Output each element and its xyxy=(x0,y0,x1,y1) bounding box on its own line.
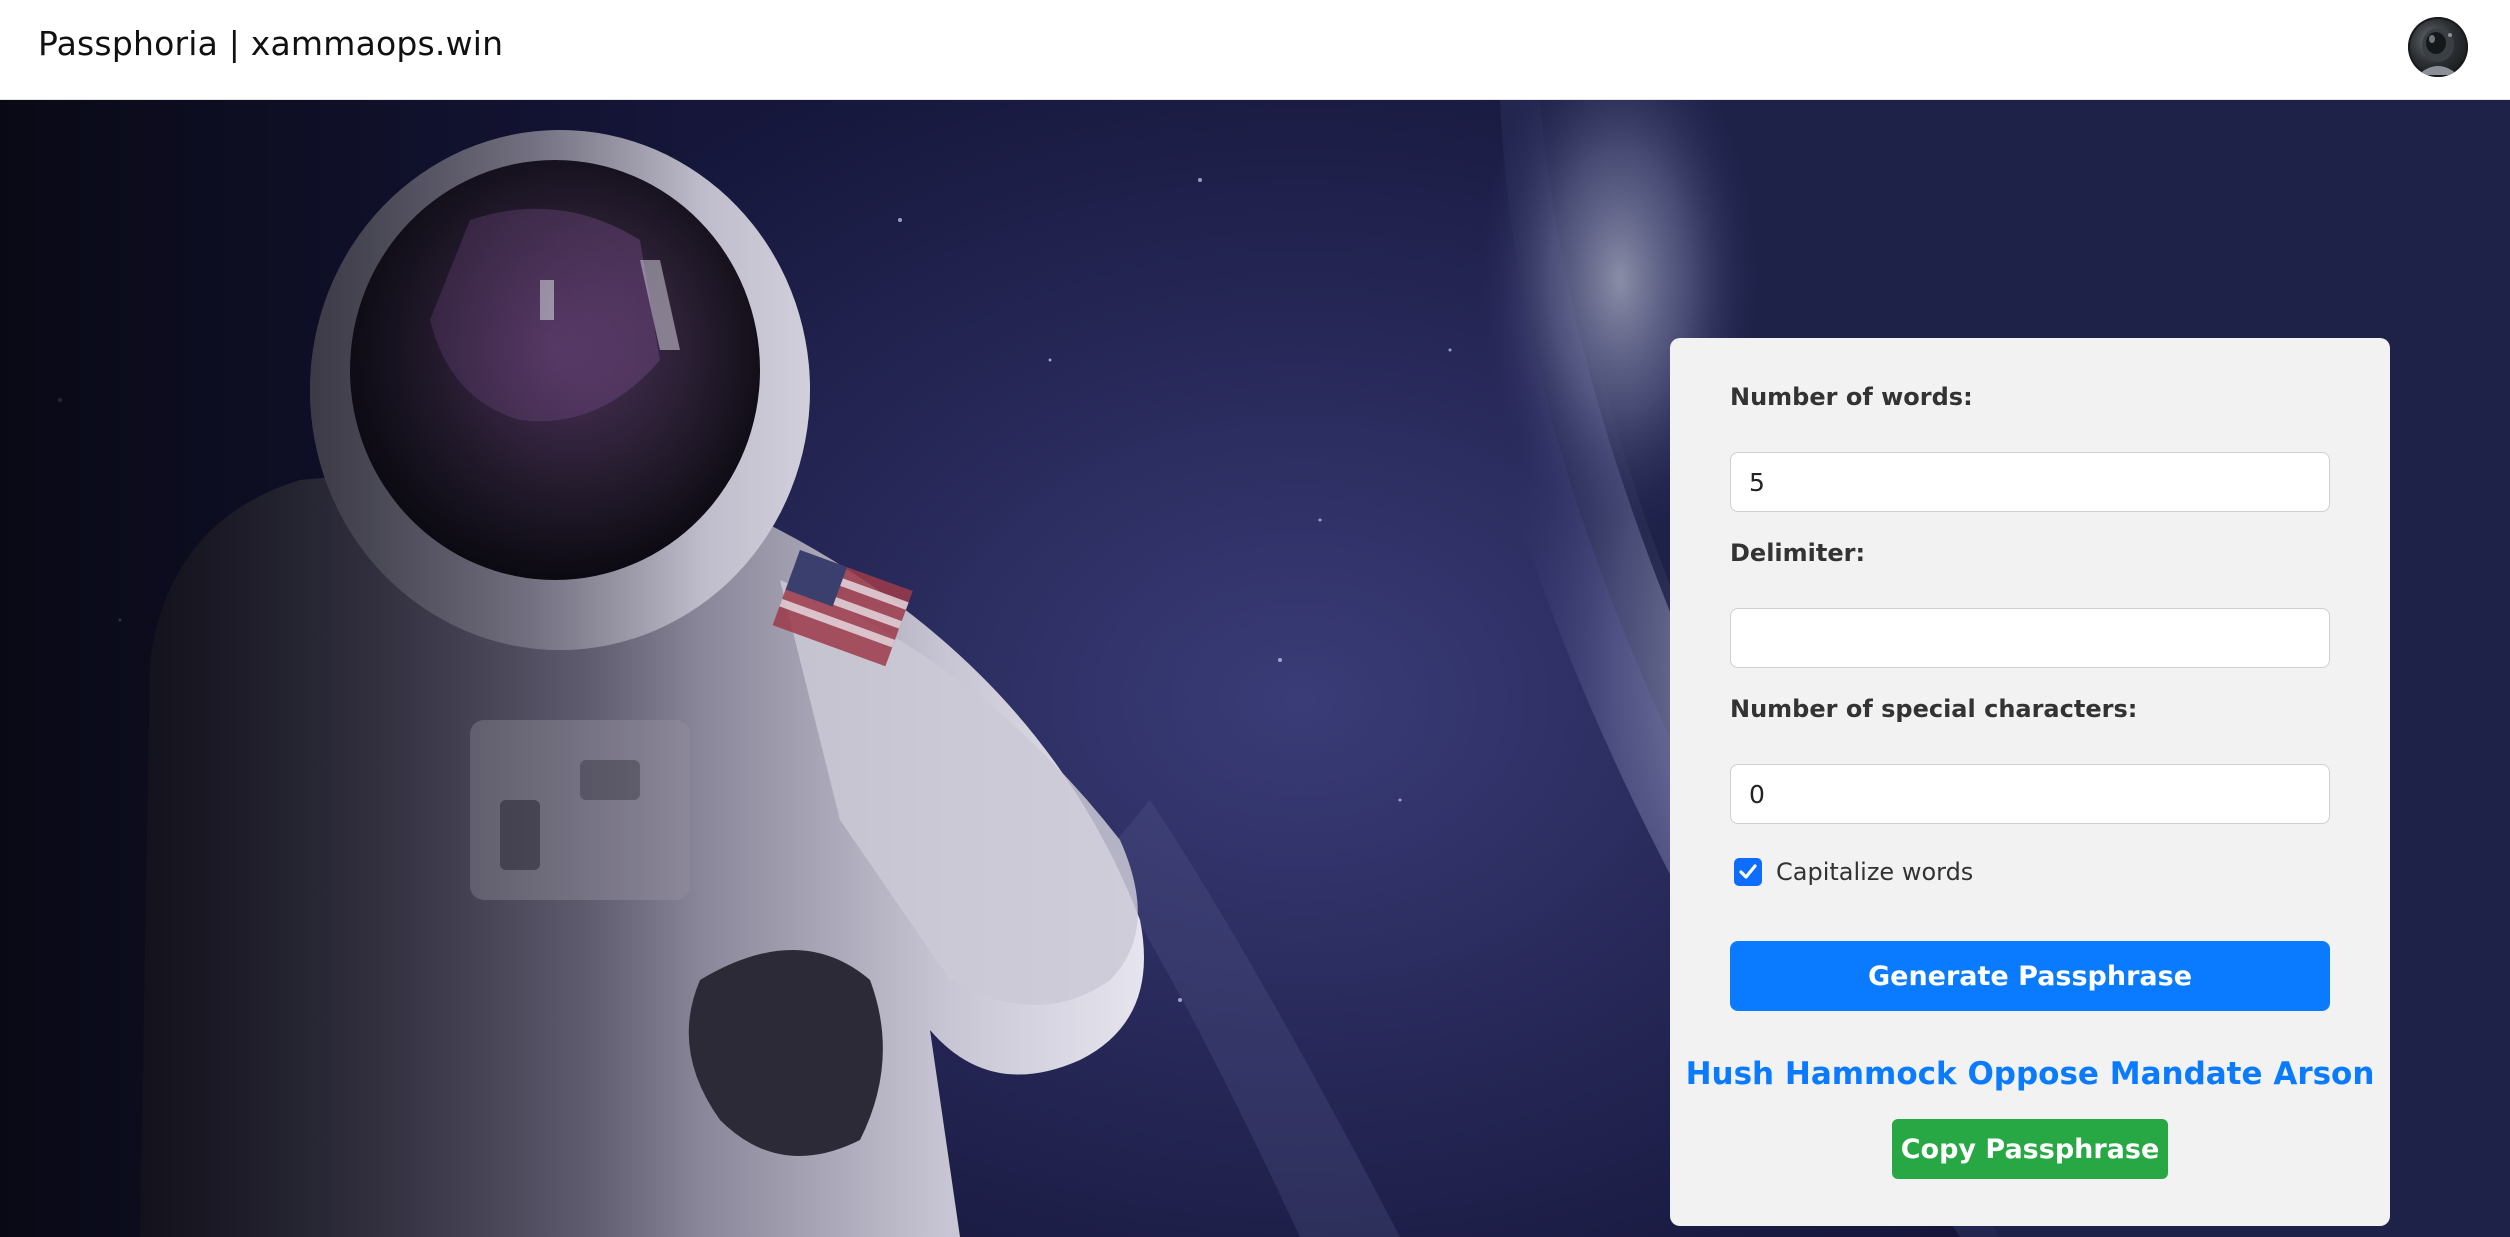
capitalize-row[interactable]: Capitalize words xyxy=(1734,855,1973,889)
words-input[interactable] xyxy=(1730,452,2330,512)
capitalize-checkbox[interactable] xyxy=(1734,858,1762,886)
words-label: Number of words: xyxy=(1730,383,1973,411)
capitalize-label[interactable]: Capitalize words xyxy=(1776,858,1973,886)
top-navbar: Passphoria | xammaops.win xyxy=(0,0,2510,100)
special-chars-label: Number of special characters: xyxy=(1730,695,2138,723)
special-chars-input[interactable] xyxy=(1730,764,2330,824)
delimiter-input[interactable] xyxy=(1730,608,2330,668)
copy-passphrase-button[interactable]: Copy Passphrase xyxy=(1892,1119,2168,1179)
checkmark-icon xyxy=(1739,864,1757,879)
site-title[interactable]: Passphoria | xammaops.win xyxy=(38,24,503,63)
generate-passphrase-button[interactable]: Generate Passphrase xyxy=(1730,941,2330,1011)
astronaut-avatar-icon[interactable] xyxy=(2408,17,2468,77)
delimiter-label: Delimiter: xyxy=(1730,539,1866,567)
generated-passphrase: Hush Hammock Oppose Mandate Arson xyxy=(1685,1056,2375,1092)
passphrase-generator-card: Number of words: Delimiter: Number of sp… xyxy=(1670,338,2390,1226)
hero-background: Number of words: Delimiter: Number of sp… xyxy=(0,100,2510,1237)
